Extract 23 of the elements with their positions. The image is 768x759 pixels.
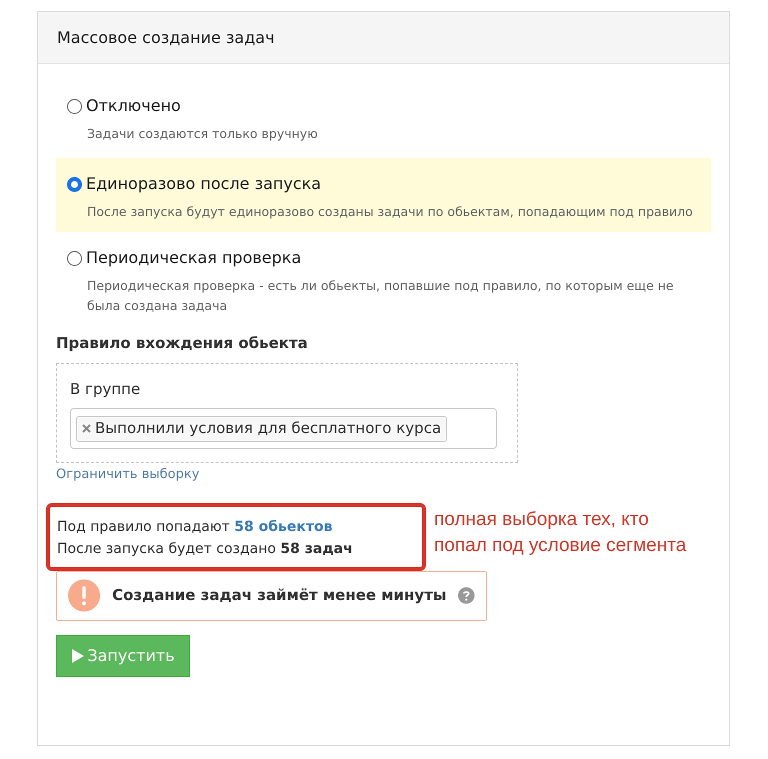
notice-text: Создание задач займёт менее минуты (112, 585, 446, 606)
objects-summary: Под правило попадают 58 обьектов (57, 518, 334, 536)
option-label[interactable]: Единоразово после запуска (86, 172, 322, 196)
option-label[interactable]: Отключено (86, 94, 181, 118)
tasks-summary: После запуска будет создано 58 задач (57, 540, 354, 558)
annotation-text: полная выборка тех, кто попал под условие сегмента (434, 508, 686, 558)
radio-button[interactable] (67, 250, 82, 266)
tag-label: Выполнили условия для бесплатного курса (95, 418, 442, 440)
group-select-field[interactable]: Выполнили условия для бесплатного курса (70, 408, 497, 449)
radio-button[interactable] (67, 176, 82, 192)
help-icon[interactable] (458, 587, 475, 604)
option-description: Периодическая проверка - есть ли обьекты, попавшие под правило, по которым еще не была создана задача (87, 277, 675, 315)
panel-title: Массовое создание задач (57, 26, 275, 48)
limit-selection-link[interactable]: Ограничить выборку (56, 465, 200, 484)
section-title: Правило вхождения обьекта (56, 333, 309, 354)
option-description: После запуска будут единоразово созданы задачи по обьектам, попадающим под правило (87, 203, 694, 221)
option-description: Задачи создаются только вручную (87, 125, 319, 143)
play-icon (71, 648, 86, 664)
group-label: В группе (70, 378, 142, 400)
radio-button[interactable] (67, 98, 82, 114)
remove-icon[interactable] (82, 424, 91, 433)
warning-icon (68, 579, 100, 612)
option-label[interactable]: Периодическая проверка (86, 246, 302, 270)
